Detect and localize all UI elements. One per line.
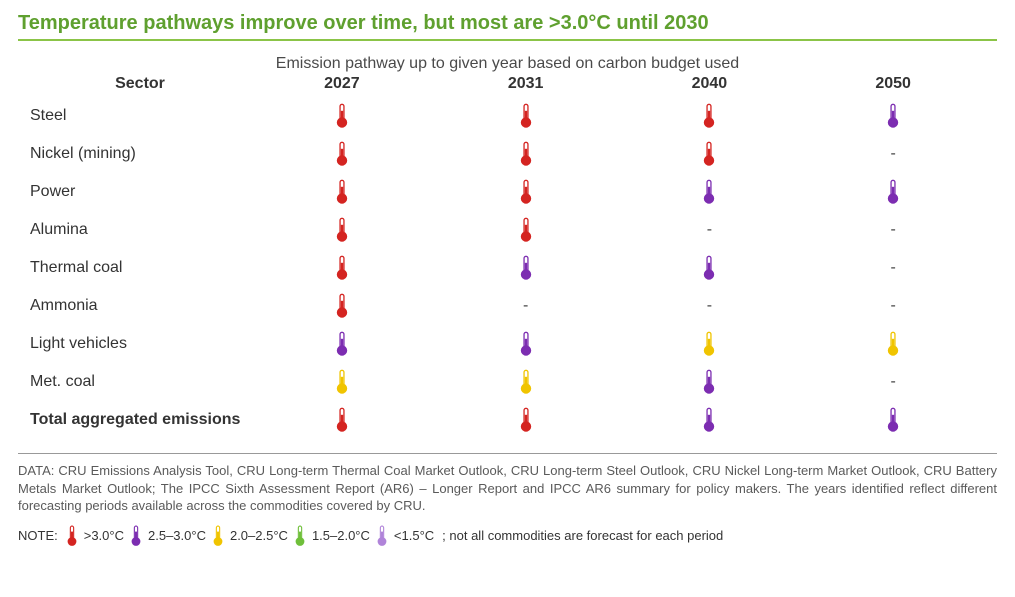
cell-thermo xyxy=(434,173,618,211)
thermometer-icon xyxy=(335,259,349,276)
thermometer-icon xyxy=(702,145,716,162)
page-title: Temperature pathways improve over time, … xyxy=(18,12,997,35)
legend-swatch xyxy=(212,525,224,547)
cell-thermo xyxy=(250,325,434,363)
cell-thermo xyxy=(801,173,985,211)
thermometer-icon xyxy=(702,335,716,352)
thermometer-icon xyxy=(335,373,349,390)
column-header-2050: 2050 xyxy=(801,75,985,97)
legend-swatch xyxy=(66,525,78,547)
row-label: Thermal coal xyxy=(30,253,250,283)
thermometer-icon xyxy=(702,259,716,276)
cell-thermo xyxy=(801,97,985,135)
cell-dash: - xyxy=(618,215,802,245)
chart-table: Emission pathway up to given year based … xyxy=(18,55,997,449)
cell-thermo xyxy=(434,325,618,363)
cell-thermo xyxy=(618,249,802,287)
cell-thermo xyxy=(250,97,434,135)
cell-thermo xyxy=(618,97,802,135)
cell-thermo xyxy=(434,363,618,401)
thermometer-icon xyxy=(335,411,349,428)
row-label: Nickel (mining) xyxy=(30,139,250,169)
thermometer-icon xyxy=(335,107,349,124)
row-label: Ammonia xyxy=(30,291,250,321)
cell-thermo xyxy=(250,173,434,211)
cell-dash: - xyxy=(801,367,985,397)
cell-dash: - xyxy=(618,291,802,321)
legend-text: 2.0–2.5°C xyxy=(230,528,288,543)
cell-thermo xyxy=(250,287,434,325)
thermometer-icon xyxy=(519,259,533,276)
legend-text: >3.0°C xyxy=(84,528,124,543)
cell-thermo xyxy=(434,97,618,135)
column-header-2040: 2040 xyxy=(618,75,802,97)
thermometer-icon xyxy=(886,335,900,352)
legend-line: NOTE: >3.0°C 2.5–3.0°C 2.0–2.5°C 1.5–2.0… xyxy=(18,525,997,547)
cell-thermo xyxy=(250,401,434,439)
legend-swatch xyxy=(130,525,142,547)
note-tail: ; not all commodities are forecast for e… xyxy=(442,528,723,543)
cell-thermo xyxy=(250,363,434,401)
title-underline xyxy=(18,39,997,41)
cell-thermo xyxy=(434,249,618,287)
row-label: Light vehicles xyxy=(30,329,250,359)
column-header-sector: Sector xyxy=(30,75,250,97)
cell-thermo xyxy=(618,173,802,211)
thermometer-icon xyxy=(886,411,900,428)
thermometer-icon xyxy=(335,183,349,200)
thermometer-icon xyxy=(519,107,533,124)
thermometer-icon xyxy=(886,107,900,124)
legend-text: 1.5–2.0°C xyxy=(312,528,370,543)
cell-thermo xyxy=(618,135,802,173)
cell-thermo xyxy=(618,325,802,363)
thermometer-icon xyxy=(886,183,900,200)
column-header-2027: 2027 xyxy=(250,75,434,97)
note-label: NOTE: xyxy=(18,528,58,543)
thermometer-icon xyxy=(519,373,533,390)
cell-dash: - xyxy=(434,291,618,321)
cell-thermo xyxy=(250,135,434,173)
cell-thermo xyxy=(801,401,985,439)
thermometer-icon xyxy=(519,335,533,352)
thermometer-icon xyxy=(519,221,533,238)
cell-dash: - xyxy=(801,215,985,245)
thermometer-icon xyxy=(519,411,533,428)
row-label: Steel xyxy=(30,101,250,131)
thermometer-icon xyxy=(335,221,349,238)
cell-thermo xyxy=(434,135,618,173)
thermometer-icon xyxy=(702,411,716,428)
cell-thermo xyxy=(250,249,434,287)
cell-dash: - xyxy=(801,291,985,321)
column-header-2031: 2031 xyxy=(434,75,618,97)
row-label: Power xyxy=(30,177,250,207)
row-label: Total aggregated emissions xyxy=(30,405,250,435)
thermometer-icon xyxy=(702,107,716,124)
thermometer-icon xyxy=(702,183,716,200)
subtitle: Emission pathway up to given year based … xyxy=(30,55,985,73)
thermometer-icon xyxy=(519,145,533,162)
cell-thermo xyxy=(250,211,434,249)
row-label: Met. coal xyxy=(30,367,250,397)
cell-thermo xyxy=(618,363,802,401)
footer: DATA: CRU Emissions Analysis Tool, CRU L… xyxy=(18,453,997,547)
legend-swatch xyxy=(294,525,306,547)
thermometer-icon xyxy=(702,373,716,390)
thermometer-icon xyxy=(335,297,349,314)
legend-swatch xyxy=(376,525,388,547)
legend-text: 2.5–3.0°C xyxy=(148,528,206,543)
cell-thermo xyxy=(434,401,618,439)
cell-thermo xyxy=(801,325,985,363)
cell-thermo xyxy=(434,211,618,249)
legend-text: <1.5°C xyxy=(394,528,434,543)
cell-thermo xyxy=(618,401,802,439)
row-label: Alumina xyxy=(30,215,250,245)
cell-dash: - xyxy=(801,253,985,283)
cell-dash: - xyxy=(801,139,985,169)
data-sources: DATA: CRU Emissions Analysis Tool, CRU L… xyxy=(18,462,997,515)
thermometer-icon xyxy=(519,183,533,200)
thermometer-icon xyxy=(335,145,349,162)
thermometer-icon xyxy=(335,335,349,352)
